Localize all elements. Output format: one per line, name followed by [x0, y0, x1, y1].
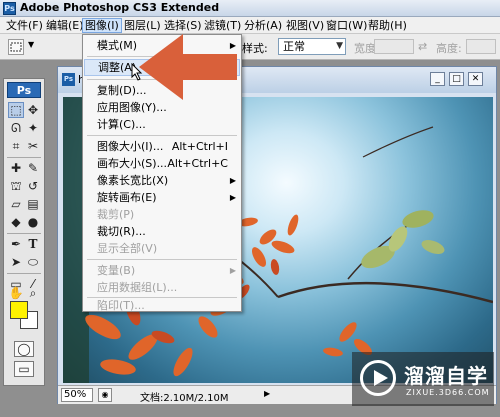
- pen-tool-icon[interactable]: ✒: [8, 236, 24, 252]
- magic-wand-tool-icon[interactable]: ✦: [25, 120, 41, 136]
- document-ps-icon: Ps: [62, 73, 75, 86]
- app-title: Adobe Photoshop CS3 Extended: [20, 1, 220, 14]
- photoshop-app-icon: Ps: [3, 2, 16, 15]
- menu-separator: [87, 135, 237, 136]
- eraser-tool-icon[interactable]: ▱: [8, 196, 24, 212]
- menu-item-trim[interactable]: 裁切(R)...: [84, 223, 240, 240]
- maximize-button[interactable]: □: [449, 72, 464, 86]
- slice-tool-icon[interactable]: ✂: [25, 138, 41, 154]
- menu-item-pixel-aspect-ratio[interactable]: 像素长宽比(X) ▶: [84, 172, 240, 189]
- chevron-down-icon[interactable]: ▼: [28, 40, 34, 49]
- hand-tool-icon[interactable]: ✋: [8, 285, 24, 301]
- close-button[interactable]: ✕: [468, 72, 483, 86]
- gradient-tool-icon[interactable]: ▤: [25, 196, 41, 212]
- foreground-color-swatch[interactable]: [10, 301, 28, 319]
- blur-tool-icon[interactable]: ◆: [8, 214, 24, 230]
- minimize-button[interactable]: _: [430, 72, 445, 86]
- crop-tool-icon[interactable]: ⌗: [8, 138, 24, 154]
- marquee-tool-icon[interactable]: ⬚: [8, 102, 24, 118]
- menu-item-crop: 裁剪(P): [97, 208, 135, 221]
- brush-tool-icon[interactable]: ✎: [25, 160, 41, 176]
- annotation-arrow-icon: [139, 34, 237, 100]
- swap-icon[interactable]: ⇄: [418, 40, 427, 53]
- menu-item-canvas-size[interactable]: 画布大小(S)... Alt+Ctrl+C: [84, 155, 240, 172]
- watermark-brand: 溜溜自学: [404, 364, 488, 388]
- menu-item-image-size[interactable]: 图像大小(I)... Alt+Ctrl+I: [84, 138, 240, 155]
- menu-edit[interactable]: 编辑(E): [44, 18, 86, 33]
- toolbox-panel: Ps ⬚ ✥ ᘏ ✦ ⌗ ✂ ✚ ✎ ⛫ ↺ ▱ ▤ ◆ ● ✒ T ➤ ⬭ ▭…: [3, 78, 45, 386]
- menu-bar: 文件(F) 编辑(E) 图像(I) 图层(L) 选择(S) 滤镜(T) 分析(A…: [0, 17, 500, 34]
- submenu-arrow-icon: ▶: [229, 266, 236, 275]
- height-input[interactable]: [466, 39, 496, 54]
- menu-view[interactable]: 视图(V): [284, 18, 326, 33]
- menu-file[interactable]: 文件(F): [4, 18, 45, 33]
- menu-item-reveal-all: 显示全部(V): [97, 242, 158, 255]
- quick-mask-icon[interactable]: ◯: [14, 341, 34, 357]
- lasso-tool-icon[interactable]: ᘏ: [8, 120, 24, 136]
- menu-separator: [87, 259, 237, 260]
- zoom-level-field[interactable]: 50%: [61, 388, 93, 402]
- shape-tool-icon[interactable]: ⬭: [25, 254, 41, 270]
- menu-image[interactable]: 图像(I): [82, 18, 122, 33]
- options-bar: ▼ 样式: 正常 ▼ 宽度: ⇄ 高度:: [0, 34, 500, 60]
- style-select[interactable]: 正常 ▼: [278, 38, 346, 55]
- clone-stamp-tool-icon[interactable]: ⛫: [8, 178, 24, 194]
- menu-item-variables: 变量(B) ▶: [97, 264, 236, 277]
- style-label: 样式:: [242, 42, 268, 55]
- watermark: 溜溜自学 ZIXUE.3D66.COM: [352, 352, 494, 406]
- app-title-bar: Ps Adobe Photoshop CS3 Extended: [0, 0, 500, 17]
- marquee-preset-icon[interactable]: [8, 39, 24, 55]
- zoom-tool-icon[interactable]: ⌕: [25, 285, 41, 301]
- type-tool-icon[interactable]: T: [25, 236, 41, 252]
- menu-item-rotate-canvas[interactable]: 旋转画布(E) ▶: [84, 189, 240, 206]
- path-selection-tool-icon[interactable]: ➤: [8, 254, 24, 270]
- toolbox-divider: [7, 233, 41, 234]
- style-select-value: 正常: [283, 40, 305, 53]
- height-label: 高度:: [436, 42, 462, 55]
- dodge-tool-icon[interactable]: ●: [25, 214, 41, 230]
- toolbox-divider: [7, 273, 41, 274]
- menu-item-trap: 陷印(T)...: [97, 299, 145, 312]
- chevron-down-icon: ▼: [336, 41, 343, 51]
- submenu-arrow-icon: ▶: [229, 176, 236, 185]
- menu-item-calculations[interactable]: 计算(C)...: [84, 116, 240, 133]
- toolbox-ps-logo: Ps: [7, 82, 41, 98]
- chevron-right-icon[interactable]: ▶: [264, 389, 270, 398]
- history-brush-tool-icon[interactable]: ↺: [25, 178, 41, 194]
- play-logo-icon: [360, 360, 396, 396]
- submenu-arrow-icon: ▶: [229, 193, 236, 202]
- watermark-url: ZIXUE.3D66.COM: [406, 388, 490, 397]
- width-input[interactable]: [374, 39, 414, 54]
- healing-brush-tool-icon[interactable]: ✚: [8, 160, 24, 176]
- screen-mode-icon[interactable]: ▭: [14, 361, 34, 377]
- menu-item-apply-data-set: 应用数据组(L)...: [97, 281, 178, 294]
- navigator-icon[interactable]: ◉: [98, 388, 112, 402]
- menu-analysis[interactable]: 分析(A): [242, 18, 284, 33]
- move-tool-icon[interactable]: ✥: [25, 102, 41, 118]
- menu-help[interactable]: 帮助(H): [366, 18, 409, 33]
- toolbox-divider: [7, 157, 41, 158]
- menu-window[interactable]: 窗口(W): [324, 18, 369, 33]
- document-size-info: 文档:2.10M/2.10M: [140, 393, 229, 404]
